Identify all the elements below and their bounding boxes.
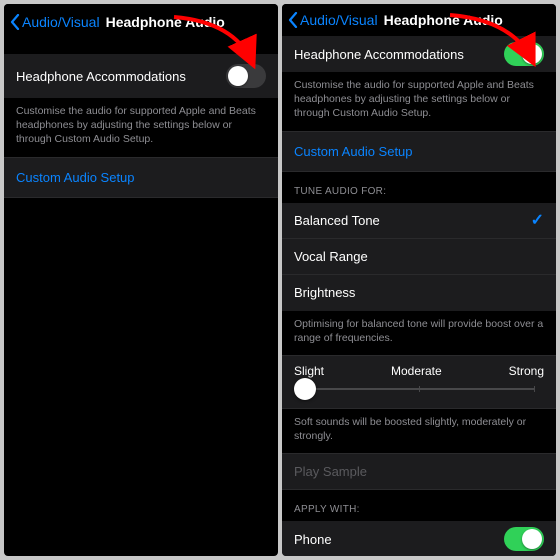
checkmark-icon: ✓ [531, 210, 544, 230]
apply-phone-toggle[interactable] [504, 527, 544, 551]
settings-screen-on: Audio/Visual Headphone Audio Headphone A… [282, 4, 556, 556]
back-label: Audio/Visual [22, 14, 100, 30]
back-button[interactable]: Audio/Visual [288, 12, 378, 28]
accommodations-label: Headphone Accommodations [294, 47, 464, 62]
slider-desc: Soft sounds will be boosted slightly, mo… [282, 409, 556, 453]
slider-track[interactable] [304, 388, 534, 390]
slider-label-moderate: Moderate [391, 364, 442, 378]
nav-header: Audio/Visual Headphone Audio [282, 4, 556, 36]
accommodations-desc: Customise the audio for supported Apple … [282, 72, 556, 131]
slider-label-strong: Strong [509, 364, 544, 378]
accommodations-label: Headphone Accommodations [16, 69, 186, 84]
custom-audio-setup-link[interactable]: Custom Audio Setup [282, 131, 556, 172]
page-title: Headphone Audio [106, 14, 225, 30]
tune-option-label: Balanced Tone [294, 213, 380, 228]
back-label: Audio/Visual [300, 12, 378, 28]
chevron-left-icon [10, 14, 20, 30]
apply-phone-label: Phone [294, 532, 332, 547]
accommodations-desc: Customise the audio for supported Apple … [4, 98, 278, 157]
tune-audio-header: TUNE AUDIO FOR: [282, 172, 556, 203]
boost-slider-row[interactable]: Slight Moderate Strong [282, 355, 556, 409]
page-title: Headphone Audio [384, 12, 503, 28]
apply-phone-row[interactable]: Phone [282, 521, 556, 556]
apply-with-header: APPLY WITH: [282, 490, 556, 521]
settings-screen-off: Audio/Visual Headphone Audio Headphone A… [4, 4, 278, 556]
headphone-accommodations-row[interactable]: Headphone Accommodations [4, 54, 278, 98]
nav-header: Audio/Visual Headphone Audio [4, 4, 278, 40]
accommodations-toggle-off[interactable] [226, 64, 266, 88]
headphone-accommodations-row[interactable]: Headphone Accommodations [282, 36, 556, 72]
tune-option-label: Brightness [294, 285, 355, 300]
custom-audio-setup-link[interactable]: Custom Audio Setup [4, 157, 278, 198]
play-sample-button[interactable]: Play Sample [282, 453, 556, 490]
back-button[interactable]: Audio/Visual [10, 14, 100, 30]
slider-thumb[interactable] [294, 378, 316, 400]
slider-label-slight: Slight [294, 364, 324, 378]
tune-option-vocal[interactable]: Vocal Range [282, 239, 556, 275]
tune-desc: Optimising for balanced tone will provid… [282, 311, 556, 355]
tune-option-label: Vocal Range [294, 249, 368, 264]
chevron-left-icon [288, 12, 298, 28]
tune-option-brightness[interactable]: Brightness [282, 275, 556, 311]
tune-option-balanced[interactable]: Balanced Tone ✓ [282, 203, 556, 239]
accommodations-toggle-on[interactable] [504, 42, 544, 66]
